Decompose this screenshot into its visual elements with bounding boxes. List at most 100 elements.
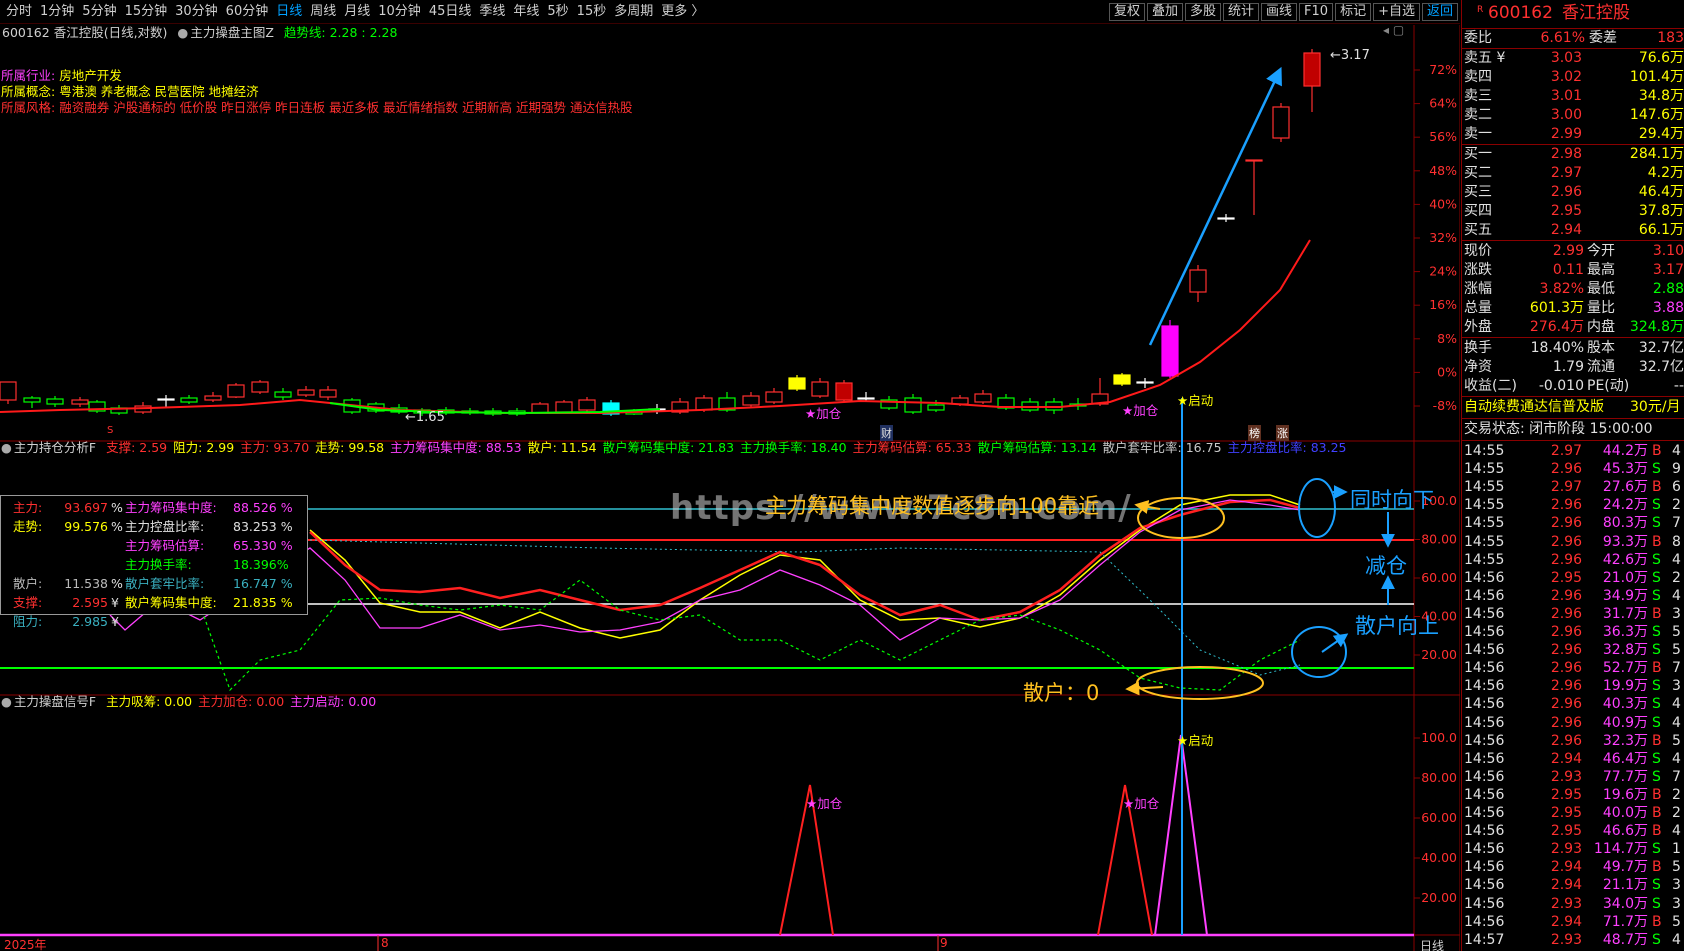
tool-button-4[interactable]: 画线 xyxy=(1261,3,1298,21)
bid-row-1-price: 2.97 xyxy=(1550,165,1582,181)
window-controls-icon[interactable]: ◂ ▢ xyxy=(1383,23,1404,37)
retail-zero-note: 散户：0 xyxy=(1023,681,1100,705)
concept-label: 所属概念: xyxy=(1,84,56,99)
info-trend-unit: % xyxy=(111,519,123,534)
quote-panel: R 600162 香江控股 委比 6.61% 委差 183 卖五 ¥ 3.03 … xyxy=(1461,0,1684,951)
period-tab-2[interactable]: 5分钟 xyxy=(78,3,120,21)
tool-button-0[interactable]: 复权 xyxy=(1108,3,1145,21)
ad-row[interactable]: 自动续费通达信普及版 30元/月 xyxy=(1462,398,1684,417)
period-tab-6[interactable]: 日线 xyxy=(272,3,306,21)
info-main-value: 93.697 xyxy=(64,500,108,515)
stat-row-4-v1: 276.4万 xyxy=(1529,319,1584,335)
bid-row-0-volume: 284.1万 xyxy=(1629,146,1684,162)
candle-body-34 xyxy=(788,377,806,390)
tool-button-3[interactable]: 统计 xyxy=(1223,3,1260,21)
info-support-label: 支撑: xyxy=(13,595,43,610)
tick-count: 4 xyxy=(1672,443,1681,459)
period-tab-3[interactable]: 15分钟 xyxy=(121,3,172,21)
tick-volume: 40.9万 xyxy=(1602,714,1648,731)
bid-row-0[interactable]: 买一 2.98 284.1万 xyxy=(1462,145,1684,164)
trade-state-row: 交易状态: 闭市阶段 15:00:00 xyxy=(1462,420,1684,439)
ask-row-1[interactable]: 卖四 3.02 101.4万 xyxy=(1462,68,1684,87)
ask-row-0[interactable]: 卖五 ¥ 3.03 76.6万 xyxy=(1462,49,1684,68)
main-y-label-6: 24% xyxy=(1429,264,1457,279)
period-tab-10[interactable]: 45日线 xyxy=(425,3,476,21)
ad-price[interactable]: 30元/月 xyxy=(1630,398,1681,417)
info-support-unit: ¥ xyxy=(111,595,119,610)
tick-count: 2 xyxy=(1672,569,1681,586)
tick-price: 2.96 xyxy=(1550,533,1582,550)
period-tab-5[interactable]: 60分钟 xyxy=(222,3,273,21)
bot-y-label-1: 80.00 xyxy=(1421,770,1457,785)
tool-button-2[interactable]: 多股 xyxy=(1184,3,1221,21)
up-circle xyxy=(1291,626,1347,678)
high-price-value: 3.17 xyxy=(1340,48,1370,63)
tick-time: 14:55 xyxy=(1464,479,1505,496)
period-tab-16[interactable]: 更多 〉 xyxy=(657,3,708,21)
event-mark-s[interactable]: S xyxy=(107,425,113,436)
candle-body-42 xyxy=(974,393,992,403)
tick-row-15: 14:56 2.96 40.9万 S 4 xyxy=(1462,714,1684,732)
tick-count: 4 xyxy=(1672,551,1681,568)
x-label-year: 2025年 xyxy=(4,938,47,951)
info-ctrl-label: 主力控盘比率: xyxy=(125,519,205,534)
tick-side: B xyxy=(1652,533,1662,550)
bid-row-4[interactable]: 买五 2.94 66.1万 xyxy=(1462,221,1684,240)
mid-header-item-6: 散户筹码集中度: 21.83 xyxy=(602,440,735,455)
tool-button-1[interactable]: 叠加 xyxy=(1146,3,1183,21)
bottom-panel-title[interactable]: 主力操盘信号F xyxy=(14,694,96,709)
indicator-bullet-icon[interactable]: ● xyxy=(177,25,188,40)
period-tab-12[interactable]: 年线 xyxy=(509,3,543,21)
ask-row-4[interactable]: 卖一 2.99 29.4万 xyxy=(1462,125,1684,144)
bid-row-3[interactable]: 买四 2.95 37.8万 xyxy=(1462,202,1684,221)
tick-side: S xyxy=(1652,569,1661,586)
period-tab-7[interactable]: 周线 xyxy=(306,3,340,21)
main-indicator-name[interactable]: 主力操盘主图Z xyxy=(190,25,274,40)
stat2-row-2: 收益(二) -0.010 PE(动) -- xyxy=(1462,377,1684,396)
ad-text[interactable]: 自动续费通达信普及版 xyxy=(1464,398,1604,417)
tick-time: 14:56 xyxy=(1464,624,1505,640)
bid-row-3-volume: 37.8万 xyxy=(1638,203,1684,219)
tool-button-5[interactable]: F10 xyxy=(1299,3,1334,21)
main-y-label-7: 16% xyxy=(1429,297,1457,312)
tick-price: 2.93 xyxy=(1550,768,1582,785)
bid-row-1[interactable]: 买二 2.97 4.2万 xyxy=(1462,164,1684,183)
ask-row-4-price: 2.99 xyxy=(1550,126,1582,142)
period-tab-0[interactable]: 分时 xyxy=(2,3,36,21)
trend-line-value: 趋势线: 2.28 : 2.28 xyxy=(283,25,398,40)
period-tab-1[interactable]: 1分钟 xyxy=(36,3,78,21)
tool-button-7[interactable]: +自选 xyxy=(1373,3,1420,21)
tick-volume: 45.3万 xyxy=(1602,461,1648,478)
tick-price: 2.96 xyxy=(1550,497,1582,514)
tool-button-8[interactable]: 返回 xyxy=(1421,3,1458,21)
retail-circle xyxy=(1136,666,1264,700)
ask-row-2[interactable]: 卖三 3.01 34.8万 xyxy=(1462,87,1684,106)
mid-bullet-icon[interactable]: ● xyxy=(1,440,12,455)
annotation-shapes xyxy=(1125,66,1395,935)
tool-button-6[interactable]: 标记 xyxy=(1335,3,1372,21)
mid-header-item-10: 散户套牢比率: 16.75 xyxy=(1102,440,1222,455)
ask-row-3[interactable]: 卖二 3.00 147.6万 xyxy=(1462,106,1684,125)
bid-row-1-label: 买二 xyxy=(1464,165,1492,181)
period-tab-8[interactable]: 月线 xyxy=(340,3,374,21)
candle-body-10 xyxy=(227,384,245,398)
bid-row-2[interactable]: 买三 2.96 46.4万 xyxy=(1462,183,1684,202)
bottom-bullet-icon[interactable]: ● xyxy=(1,694,12,709)
period-tab-11[interactable]: 季线 xyxy=(475,3,509,21)
tick-time: 14:56 xyxy=(1464,913,1505,930)
info-trend-label: 走势: xyxy=(13,519,43,534)
tick-volume: 40.3万 xyxy=(1602,696,1648,713)
tick-price: 2.97 xyxy=(1550,443,1582,459)
mid-panel-title[interactable]: 主力持仓分析F xyxy=(14,440,96,455)
x-period-label[interactable]: 日线 xyxy=(1420,937,1444,951)
tick-count: 5 xyxy=(1672,732,1681,749)
period-tab-15[interactable]: 多周期 xyxy=(610,3,657,21)
period-tab-4[interactable]: 30分钟 xyxy=(171,3,222,21)
period-tab-14[interactable]: 15秒 xyxy=(573,3,611,21)
period-tab-9[interactable]: 10分钟 xyxy=(374,3,425,21)
info-retail-label: 散户: xyxy=(13,576,43,591)
high-price-label: ←3.17 xyxy=(1330,48,1370,63)
tick-side: S xyxy=(1652,931,1661,948)
mid-header-values: 支撑: 2.59 阻力: 2.99 主力: 93.70 走势: 99.58 主力筹码集中… xyxy=(106,440,1352,455)
period-tab-13[interactable]: 5秒 xyxy=(543,3,572,21)
